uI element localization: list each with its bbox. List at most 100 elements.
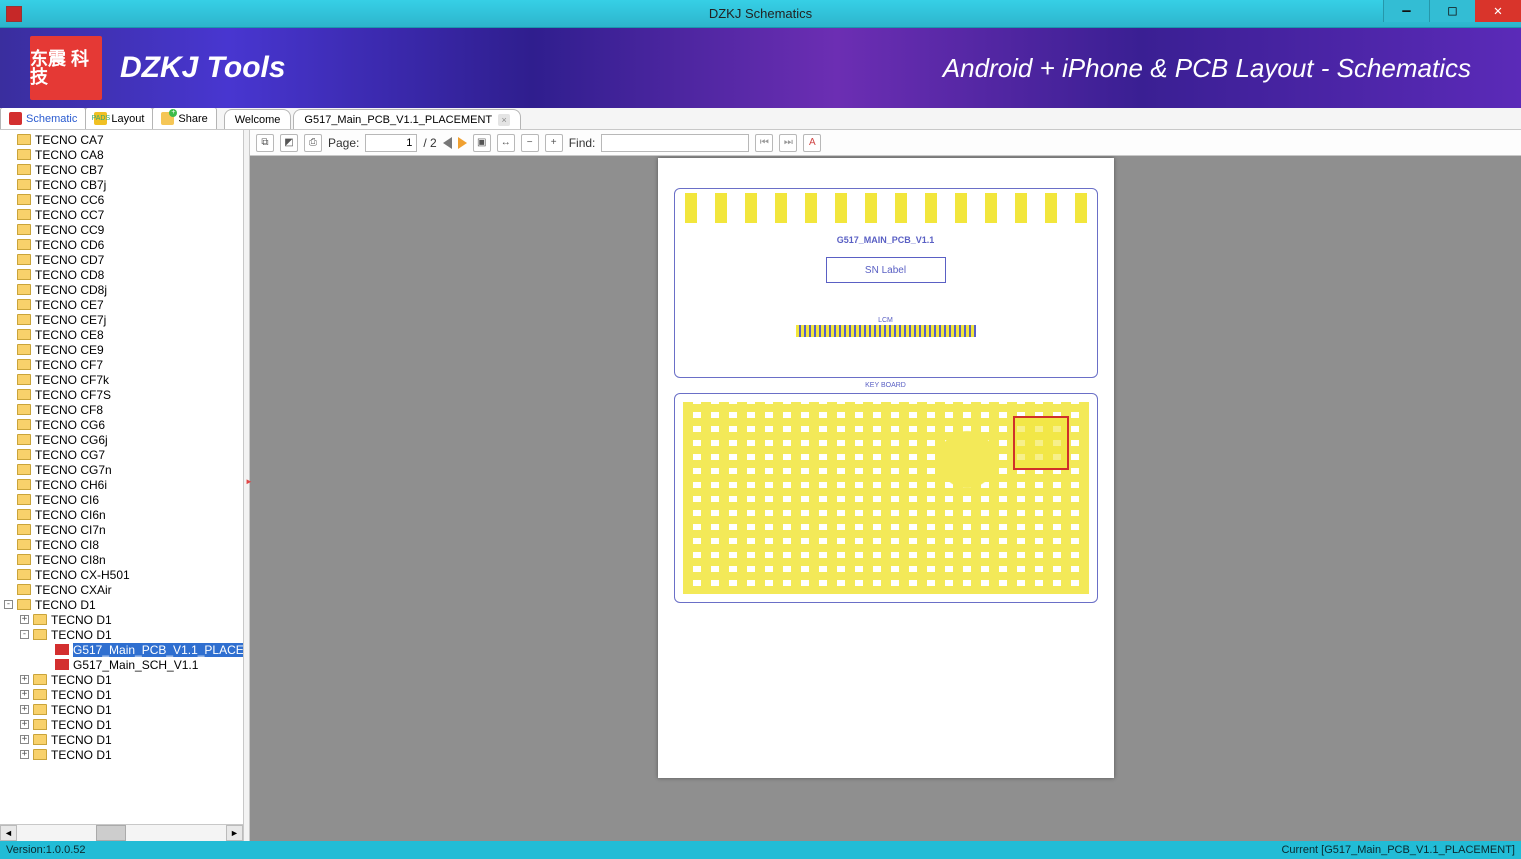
tree-item[interactable]: TECNO CA7 xyxy=(2,132,243,147)
copy-button[interactable]: ⧉ xyxy=(256,134,274,152)
tree-item[interactable]: TECNO CG7 xyxy=(2,447,243,462)
next-page-button[interactable] xyxy=(458,137,467,149)
document-tab[interactable]: Welcome xyxy=(224,109,292,129)
find-next-button[interactable]: ⏭ xyxy=(779,134,797,152)
tree-view[interactable]: TECNO CA7TECNO CA8TECNO CB7TECNO CB7jTEC… xyxy=(0,130,243,824)
tree-item[interactable]: TECNO CE8 xyxy=(2,327,243,342)
tree-item[interactable]: TECNO CB7j xyxy=(2,177,243,192)
splitter[interactable] xyxy=(244,130,250,841)
tree-item[interactable]: + TECNO D1 xyxy=(2,702,243,717)
tree-item[interactable]: TECNO CC7 xyxy=(2,207,243,222)
tree-item-label: TECNO CA7 xyxy=(35,133,104,147)
tree-item[interactable]: TECNO CI6n xyxy=(2,507,243,522)
sidebar: TECNO CA7TECNO CA8TECNO CB7TECNO CB7jTEC… xyxy=(0,130,244,841)
tab-share[interactable]: +Share xyxy=(152,107,216,129)
expand-icon[interactable]: + xyxy=(20,690,29,699)
folder-icon xyxy=(17,329,31,340)
tree-hscrollbar[interactable]: ◄ ► xyxy=(0,824,243,841)
tree-item-label: TECNO CG7 xyxy=(35,448,105,462)
zoom-in-button[interactable]: + xyxy=(545,134,563,152)
snapshot-button[interactable]: ◩ xyxy=(280,134,298,152)
keyboard-label: KEY BOARD xyxy=(674,382,1098,389)
tree-item[interactable]: TECNO CA8 xyxy=(2,147,243,162)
tree-item[interactable]: TECNO CG6j xyxy=(2,432,243,447)
scroll-thumb[interactable] xyxy=(96,825,126,841)
tree-item[interactable]: TECNO CF7 xyxy=(2,357,243,372)
collapse-icon[interactable]: - xyxy=(20,630,29,639)
print-button[interactable]: ⎙ xyxy=(304,134,322,152)
tree-item[interactable]: TECNO CF7k xyxy=(2,372,243,387)
document-tab[interactable]: G517_Main_PCB_V1.1_PLACEMENT× xyxy=(293,109,521,129)
expand-icon[interactable]: + xyxy=(20,720,29,729)
tree-item[interactable]: -TECNO D1 xyxy=(2,627,243,642)
tree-item[interactable]: TECNO CH6i xyxy=(2,477,243,492)
tree-item[interactable]: TECNO CE7 xyxy=(2,297,243,312)
tree-item[interactable]: TECNO CF8 xyxy=(2,402,243,417)
prev-page-button[interactable] xyxy=(443,137,452,149)
close-button[interactable]: ✕ xyxy=(1475,0,1521,22)
tab-schematic[interactable]: Schematic xyxy=(0,107,86,129)
tree-item[interactable]: +TECNO D1 xyxy=(2,612,243,627)
tree-item[interactable]: TECNO CI8 xyxy=(2,537,243,552)
scroll-right-button[interactable]: ► xyxy=(226,825,243,841)
tree-item[interactable]: TECNO CI8n xyxy=(2,552,243,567)
tree-item[interactable]: +TECNO D1 xyxy=(2,672,243,687)
find-prev-button[interactable]: ⏮ xyxy=(755,134,773,152)
tree-item-label: TECNO CD7 xyxy=(35,253,104,267)
folder-icon xyxy=(17,194,31,205)
tree-item[interactable]: TECNO CG6 xyxy=(2,417,243,432)
collapse-icon[interactable]: - xyxy=(4,600,13,609)
tab-layout[interactable]: PADSLayout xyxy=(85,107,153,129)
tree-item[interactable]: G517_Main_PCB_V1.1_PLACEMENT xyxy=(2,642,243,657)
tree-item[interactable]: TECNO CE9 xyxy=(2,342,243,357)
tree-spacer xyxy=(4,525,13,534)
fit-page-button[interactable]: ▣ xyxy=(473,134,491,152)
tree-item[interactable]: TECNO CD8j xyxy=(2,282,243,297)
fit-width-button[interactable]: ↔ xyxy=(497,134,515,152)
tree-item[interactable]: TECNO CD8 xyxy=(2,267,243,282)
expand-icon[interactable]: + xyxy=(20,615,29,624)
tree-item[interactable]: +TECNO D1 xyxy=(2,747,243,762)
tree-item-label: TECNO D1 xyxy=(51,703,112,717)
tree-spacer xyxy=(4,420,13,429)
tree-item[interactable]: TECNO CI7n xyxy=(2,522,243,537)
close-tab-icon[interactable]: × xyxy=(498,114,510,126)
page-canvas[interactable]: G517_MAIN_PCB_V1.1 SN Label LCM KEY BOAR… xyxy=(250,156,1521,841)
maximize-button[interactable]: □ xyxy=(1429,0,1475,22)
tree-item[interactable]: +TECNO D1 xyxy=(2,717,243,732)
tree-item[interactable]: G517_Main_SCH_V1.1 xyxy=(2,657,243,672)
tree-item[interactable]: +TECNO D1 xyxy=(2,732,243,747)
expand-icon[interactable]: + xyxy=(20,735,29,744)
tree-item[interactable]: -TECNO D1 xyxy=(2,597,243,612)
tree-item[interactable]: +TECNO D1 xyxy=(2,687,243,702)
pdf-icon xyxy=(55,659,69,670)
expand-icon[interactable]: + xyxy=(20,705,29,714)
tree-item[interactable]: TECNO CE7j xyxy=(2,312,243,327)
expand-icon[interactable]: + xyxy=(20,675,29,684)
tree-item[interactable]: TECNO CXAir xyxy=(2,582,243,597)
page-input[interactable] xyxy=(365,134,417,152)
pcb-top-outline: G517_MAIN_PCB_V1.1 SN Label LCM xyxy=(674,188,1098,378)
minimize-button[interactable]: — xyxy=(1383,0,1429,22)
tree-item[interactable]: TECNO CC9 xyxy=(2,222,243,237)
main-chip-highlight xyxy=(1013,416,1069,470)
tree-item[interactable]: TECNO CG7n xyxy=(2,462,243,477)
tree-item[interactable]: TECNO CF7S xyxy=(2,387,243,402)
tree-item[interactable]: TECNO CB7 xyxy=(2,162,243,177)
text-style-button[interactable]: A xyxy=(803,134,821,152)
tree-item[interactable]: TECNO CD6 xyxy=(2,237,243,252)
tree-item[interactable]: TECNO CC6 xyxy=(2,192,243,207)
tree-item[interactable]: TECNO CI6 xyxy=(2,492,243,507)
tree-item-label: TECNO CC7 xyxy=(35,208,104,222)
tree-item[interactable]: TECNO CD7 xyxy=(2,252,243,267)
tree-spacer xyxy=(4,180,13,189)
zoom-out-button[interactable]: − xyxy=(521,134,539,152)
find-input[interactable] xyxy=(601,134,749,152)
tree-item[interactable]: TECNO CX-H501 xyxy=(2,567,243,582)
expand-icon[interactable]: + xyxy=(20,750,29,759)
tree-item-label: TECNO CC9 xyxy=(35,223,104,237)
tree-item-label: TECNO CD6 xyxy=(35,238,104,252)
scroll-left-button[interactable]: ◄ xyxy=(0,825,17,841)
tree-item-label: G517_Main_PCB_V1.1_PLACEMENT xyxy=(73,643,243,657)
scroll-track[interactable] xyxy=(17,825,226,841)
